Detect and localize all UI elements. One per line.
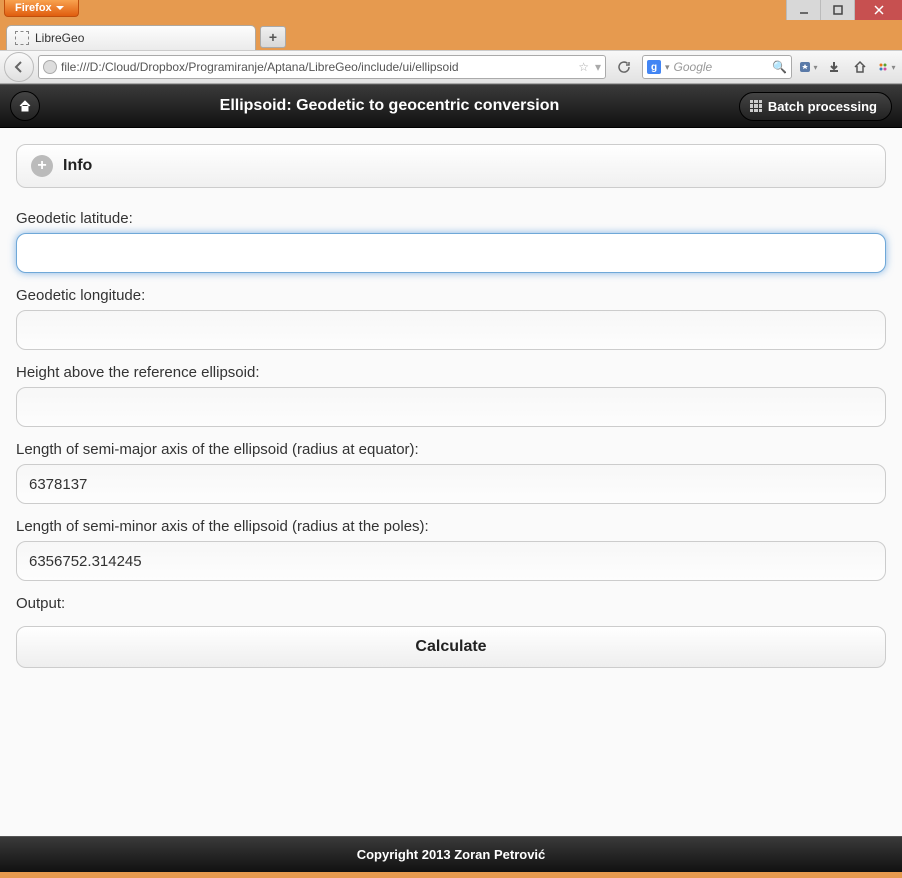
grid-icon xyxy=(750,100,762,112)
addon-button[interactable]: ▾ xyxy=(874,54,898,80)
dropdown-icon[interactable]: ▾ xyxy=(595,60,601,74)
tab-title: LibreGeo xyxy=(35,31,84,45)
plus-icon: + xyxy=(31,155,53,177)
downloads-button[interactable] xyxy=(822,54,846,80)
height-input[interactable] xyxy=(16,387,886,427)
page: Ellipsoid: Geodetic to geocentric conver… xyxy=(0,84,902,872)
page-title: Ellipsoid: Geodetic to geocentric conver… xyxy=(40,97,739,115)
viewport: Ellipsoid: Geodetic to geocentric conver… xyxy=(0,84,902,872)
toolbar-icons: ▾ ▾ xyxy=(796,54,898,80)
latitude-input[interactable] xyxy=(16,233,886,273)
page-footer: Copyright 2013 Zoran Petrović xyxy=(0,836,902,872)
maximize-button[interactable] xyxy=(820,0,854,20)
nav-toolbar: file:///D:/Cloud/Dropbox/Programiranje/A… xyxy=(0,50,902,84)
new-tab-button[interactable]: + xyxy=(260,26,286,48)
copyright-text: Copyright 2013 Zoran Petrović xyxy=(357,847,546,862)
google-icon: g xyxy=(647,60,661,74)
semimajor-input[interactable] xyxy=(16,464,886,504)
height-label: Height above the reference ellipsoid: xyxy=(16,364,886,381)
info-collapsible[interactable]: + Info xyxy=(16,144,886,188)
app-home-button[interactable] xyxy=(10,91,40,121)
search-bar[interactable]: g ▾ Google 🔍 xyxy=(642,55,792,79)
chrome-bottom-border xyxy=(0,872,902,878)
bookmarks-menu-button[interactable]: ▾ xyxy=(796,54,820,80)
browser-window: Firefox LibreGeo + file:///D:/Cloud/Drop… xyxy=(0,0,902,878)
firefox-menu-label: Firefox xyxy=(15,2,52,14)
search-placeholder: Google xyxy=(674,60,769,74)
page-header: Ellipsoid: Geodetic to geocentric conver… xyxy=(0,84,902,128)
longitude-label: Geodetic longitude: xyxy=(16,287,886,304)
info-label: Info xyxy=(63,157,92,175)
reload-button[interactable] xyxy=(610,54,638,80)
back-button[interactable] xyxy=(4,52,34,82)
calculate-button[interactable]: Calculate xyxy=(16,626,886,668)
url-text: file:///D:/Cloud/Dropbox/Programiranje/A… xyxy=(61,60,574,74)
latitude-label: Geodetic latitude: xyxy=(16,210,886,227)
page-icon xyxy=(15,31,29,45)
batch-processing-button[interactable]: Batch processing xyxy=(739,92,892,121)
page-body: + Info Geodetic latitude: Geodetic longi… xyxy=(0,128,902,836)
semimajor-label: Length of semi-major axis of the ellipso… xyxy=(16,441,886,458)
window-controls xyxy=(786,0,902,20)
semiminor-label: Length of semi-minor axis of the ellipso… xyxy=(16,518,886,535)
minimize-button[interactable] xyxy=(786,0,820,20)
titlebar: Firefox xyxy=(0,0,902,20)
output-label: Output: xyxy=(16,595,886,612)
close-button[interactable] xyxy=(854,0,902,20)
batch-label: Batch processing xyxy=(768,99,877,114)
urlbar-actions: ☆ ▾ xyxy=(578,60,601,74)
url-bar[interactable]: file:///D:/Cloud/Dropbox/Programiranje/A… xyxy=(38,55,606,79)
home-button[interactable] xyxy=(848,54,872,80)
tab-strip: LibreGeo + xyxy=(0,20,902,50)
search-icon[interactable]: 🔍 xyxy=(772,60,787,74)
longitude-input[interactable] xyxy=(16,310,886,350)
firefox-menu-button[interactable]: Firefox xyxy=(4,0,79,17)
semiminor-input[interactable] xyxy=(16,541,886,581)
search-engine-dropdown-icon[interactable]: ▾ xyxy=(665,62,670,73)
globe-icon xyxy=(43,60,57,74)
browser-tab[interactable]: LibreGeo xyxy=(6,25,256,50)
star-icon[interactable]: ☆ xyxy=(578,60,589,74)
